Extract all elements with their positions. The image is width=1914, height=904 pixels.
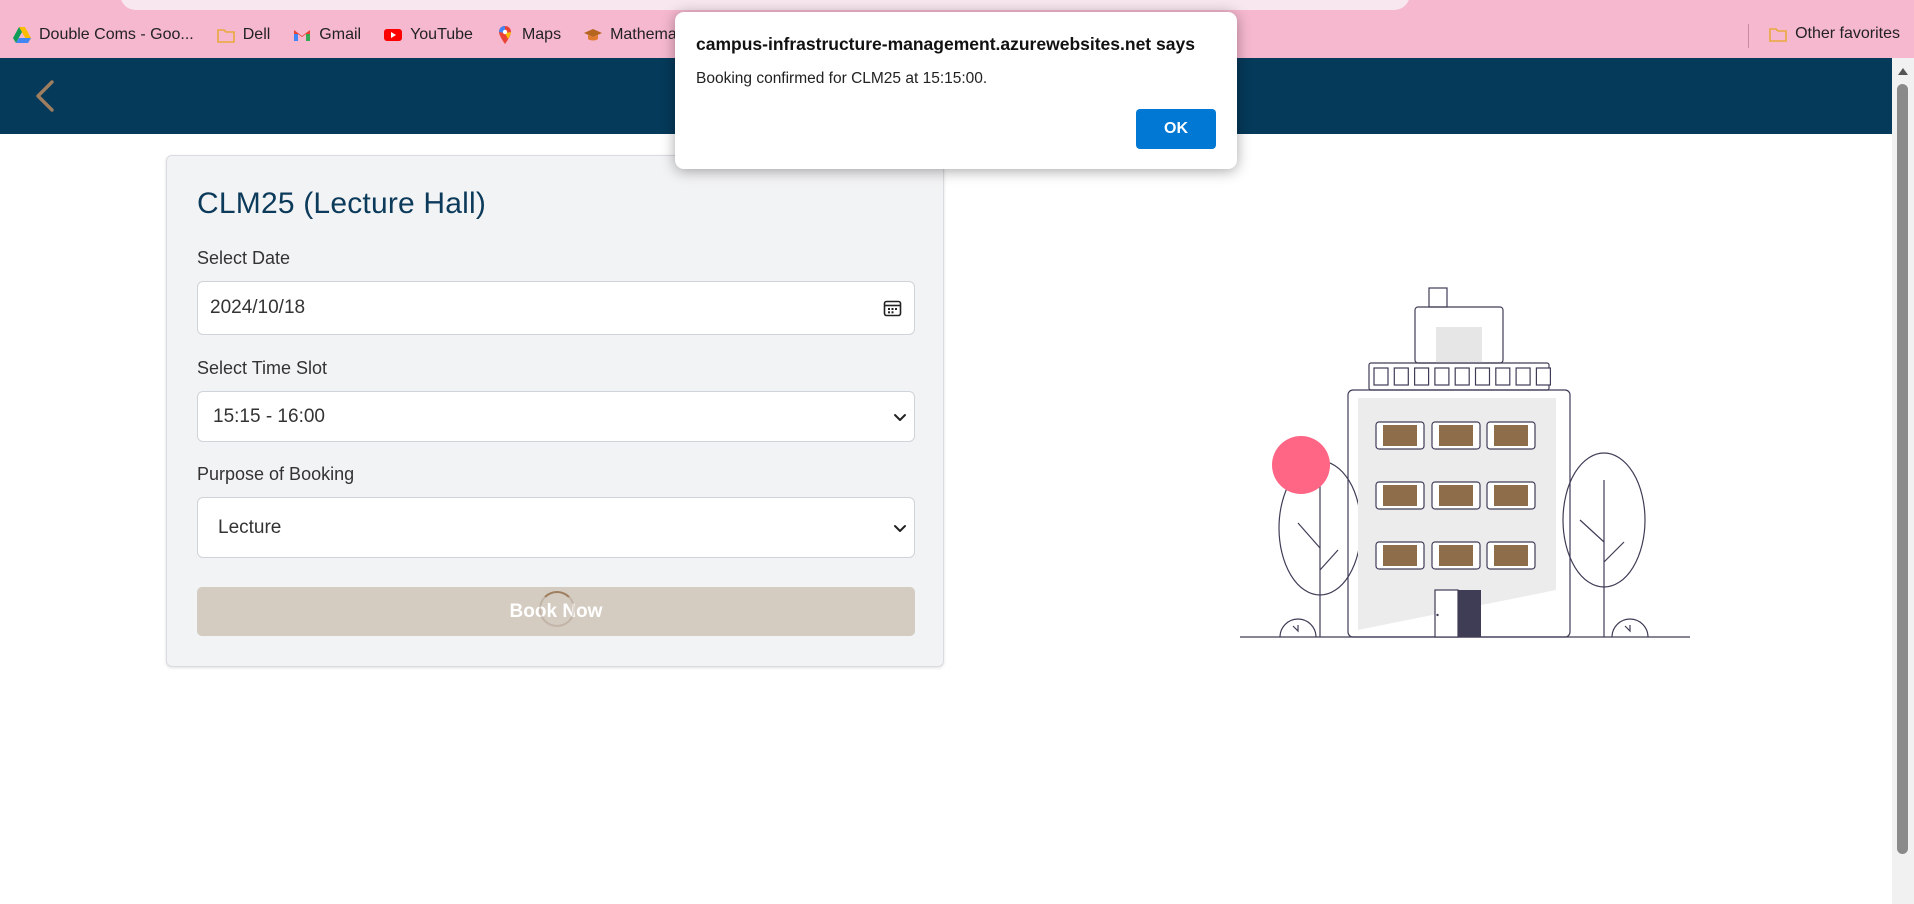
book-now-button[interactable]: Book Now [197,587,915,636]
loading-spinner [539,591,575,627]
date-value: 2024/10/18 [210,297,306,318]
scrollbar-thumb[interactable] [1897,84,1908,854]
building-parapet-window [1515,367,1531,386]
bookmark-label: YouTube [410,26,473,43]
building-window-pane [1383,485,1417,506]
time-slot-value: 15:15 - 16:00 [213,405,325,427]
scroll-up-arrow[interactable] [1898,68,1908,75]
chevron-left-icon[interactable] [28,78,64,114]
bookmark-label: Maps [521,26,562,43]
chevron-down-icon [894,524,906,532]
bookmark-label: Gmail [319,26,362,43]
booking-form-card: CLM25 (Lecture Hall) Select Date 2024/10… [166,155,944,667]
other-favorites-label: Other favorites [1795,25,1900,42]
purpose-value: Lecture [218,516,282,538]
time-slot-label: Select Time Slot [197,358,328,378]
building-parapet-window [1434,367,1450,386]
dialog-title: campus-infrastructure-management.azurewe… [696,34,1195,54]
folder-icon [216,29,235,43]
building-window-pane [1383,545,1417,566]
youtube-icon [384,29,403,41]
building-illustration [1240,287,1690,638]
alert-dialog: campus-infrastructure-management.azurewe… [675,12,1237,169]
date-label: Select Date [197,248,291,268]
bookmark-gmail[interactable]: Gmail [292,25,361,45]
time-slot-select[interactable]: 15:15 - 16:00 [197,391,915,442]
calendar-icon[interactable] [883,299,902,318]
building-parapet-window [1414,367,1430,386]
building-parapet-window [1454,367,1470,386]
bookmark-youtube[interactable]: YouTube [383,25,473,45]
building-window-pane [1439,425,1473,446]
bookmark-dell[interactable]: Dell [216,25,271,45]
bookmark-double-coms[interactable]: Double Coms - Goo... [12,25,194,45]
building-window-pane [1439,545,1473,566]
building-window-pane [1383,425,1417,446]
chevron-down-icon [894,413,906,421]
bookmark-other-favorites[interactable]: Other favorites [1768,24,1900,44]
building-parapet-window [1393,367,1409,386]
building-parapet-window [1474,367,1491,386]
bookmark-maps[interactable]: Maps [495,25,561,45]
building-window-pane [1494,485,1528,506]
page-scrollbar[interactable] [1892,58,1914,904]
folder-icon [1769,28,1787,42]
bookmark-label: Dell [242,26,271,43]
building-window-pane [1494,425,1528,446]
building-parapet-window [1373,367,1389,386]
page-title: CLM25 (Lecture Hall) [197,187,487,220]
building-window-pane [1494,545,1528,566]
purpose-label: Purpose of Booking [197,464,355,484]
google-drive-icon [13,27,31,43]
graduation-cap-icon [584,29,603,41]
address-bar[interactable] [120,0,1410,10]
maps-icon [498,26,511,44]
dialog-message: Booking confirmed for CLM25 at 15:15:00. [696,70,988,87]
purpose-select[interactable]: Lecture [197,497,915,558]
bookmark-label: Double Coms - Goo... [39,26,194,43]
date-input[interactable]: 2024/10/18 [197,281,915,335]
building-parapet-window [1495,367,1511,386]
bookmarks-divider [1748,24,1749,48]
building-window-pane [1439,485,1473,506]
building-parapet-window [1535,367,1551,386]
browser-toolbar [0,0,1914,12]
ok-button[interactable]: OK [1136,109,1216,149]
gmail-icon [294,30,311,41]
